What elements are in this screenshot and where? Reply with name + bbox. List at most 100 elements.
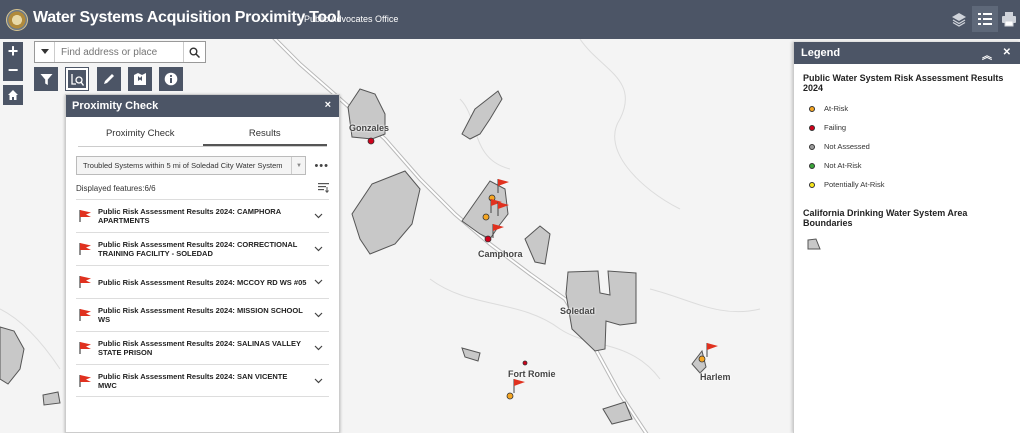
- legend-panel: Legend ︽ ✕ Public Water System Risk Asse…: [793, 42, 1020, 433]
- place-label-gonzales: Gonzales: [349, 123, 390, 133]
- legend-dot-icon: [809, 105, 815, 112]
- panel-header: Proximity Check ×: [66, 95, 339, 117]
- layers-icon: [952, 13, 966, 27]
- more-options-button[interactable]: •••: [314, 160, 329, 172]
- tab-proximity-check[interactable]: Proximity Check: [78, 123, 203, 146]
- tab-results[interactable]: Results: [202, 123, 327, 146]
- place-label-soledad: Soledad: [560, 306, 596, 316]
- chevron-down-icon[interactable]: [314, 246, 323, 252]
- legend-dot-icon: [809, 181, 815, 188]
- agency-logo: [6, 9, 28, 31]
- app-header: Water Systems Acquisition Proximity Tool…: [0, 0, 1020, 39]
- flag-icon: [79, 210, 91, 222]
- result-label: Public Risk Assessment Results 2024: SAN…: [98, 371, 288, 390]
- legend-item-label: Not Assessed: [824, 142, 870, 151]
- legend-close-button[interactable]: ✕: [1003, 47, 1011, 58]
- legend-item-label: Not At-Risk: [824, 161, 862, 170]
- chevron-down-icon[interactable]: [314, 378, 323, 384]
- panel-close-button[interactable]: ×: [325, 99, 331, 111]
- legend-header: Legend ︽ ✕: [794, 42, 1020, 64]
- legend-item-label: Failing: [824, 123, 847, 132]
- legend-boundary-swatch: [807, 237, 1020, 255]
- proximity-check-panel: Proximity Check × Proximity Check Result…: [65, 94, 340, 433]
- info-icon: [164, 72, 178, 86]
- search-source-dropdown[interactable]: [35, 42, 55, 62]
- result-item[interactable]: Public Risk Assessment Results 2024: SAN…: [76, 364, 329, 397]
- legend-title: Legend: [801, 47, 841, 59]
- legend-dot-icon: [809, 162, 815, 169]
- filter-tool-button[interactable]: [34, 67, 58, 91]
- flag-icon: [79, 243, 91, 255]
- legend-item: At-Risk: [809, 99, 1020, 118]
- chevron-down-icon[interactable]: [314, 312, 323, 318]
- legend-dot-icon: [809, 143, 815, 150]
- chevron-down-icon[interactable]: [314, 279, 323, 285]
- draw-pencil-icon: [104, 74, 114, 84]
- search-input[interactable]: [55, 43, 183, 61]
- home-icon: [8, 90, 18, 100]
- feature-count-row: Displayed features:6/6: [76, 183, 329, 193]
- filter-icon: [40, 73, 52, 85]
- place-label-camphora: Camphora: [478, 249, 523, 259]
- legend-item: Failing: [809, 118, 1020, 137]
- proximity-tool-button[interactable]: [65, 67, 89, 91]
- caret-down-icon: [40, 49, 49, 54]
- bookmark-tool-button[interactable]: [128, 67, 152, 91]
- place-label-fort-romie: Fort Romie: [508, 369, 556, 379]
- caret-down-icon: ▼: [291, 157, 305, 174]
- legend-dot-icon: [809, 124, 815, 131]
- search-icon: [189, 47, 200, 58]
- map-bookmark-icon: [134, 73, 146, 85]
- result-item[interactable]: Public Risk Assessment Results 2024: CAM…: [76, 199, 329, 232]
- legend-item: Potentially At-Risk: [809, 175, 1020, 194]
- legend-item: Not Assessed: [809, 137, 1020, 156]
- result-item[interactable]: Public Risk Assessment Results 2024: SAL…: [76, 331, 329, 364]
- polygon-swatch-icon: [807, 238, 821, 250]
- flag-icon: [79, 276, 91, 288]
- print-icon: [1002, 12, 1016, 27]
- result-item[interactable]: Public Risk Assessment Results 2024: MCC…: [76, 265, 329, 298]
- result-label: Public Risk Assessment Results 2024: MCC…: [98, 277, 307, 287]
- chevron-down-icon[interactable]: [314, 345, 323, 351]
- results-list: Public Risk Assessment Results 2024: CAM…: [76, 199, 329, 397]
- results-layer-select-value: Troubled Systems within 5 mi of Soledad …: [83, 161, 283, 170]
- about-tool-button[interactable]: [159, 67, 183, 91]
- panel-tabs: Proximity Check Results: [78, 123, 327, 147]
- layers-button[interactable]: [946, 6, 972, 32]
- zoom-in-button[interactable]: +: [3, 42, 23, 62]
- filter-row: Troubled Systems within 5 mi of Soledad …: [76, 156, 329, 175]
- draw-tool-button[interactable]: [97, 67, 121, 91]
- legend-item: Not At-Risk: [809, 156, 1020, 175]
- app-root: Gonzales Camphora Soledad Fort Romie Har…: [0, 0, 1020, 433]
- home-button[interactable]: [3, 85, 23, 105]
- print-button[interactable]: [998, 6, 1020, 32]
- flag-icon: [79, 374, 91, 387]
- app-title: Water Systems Acquisition Proximity Tool: [33, 9, 341, 26]
- result-label: Public Risk Assessment Results 2024: CAM…: [98, 207, 281, 225]
- legend-items: At-Risk Failing Not Assessed Not At-Risk Pot…: [794, 99, 1020, 194]
- panel-title: Proximity Check: [72, 100, 159, 112]
- search-button[interactable]: [183, 42, 205, 62]
- flag-icon: [79, 309, 91, 321]
- proximity-icon: [70, 73, 84, 86]
- results-layer-select[interactable]: Troubled Systems within 5 mi of Soledad …: [76, 156, 307, 175]
- collapse-icon[interactable]: ︽: [982, 47, 992, 62]
- sort-list-icon[interactable]: [318, 183, 329, 193]
- feature-count: Displayed features:6/6: [76, 183, 156, 193]
- result-label: Public Risk Assessment Results 2024: MIS…: [98, 306, 303, 324]
- search-widget: [34, 41, 206, 63]
- legend-button[interactable]: [972, 6, 998, 32]
- legend-group-risk-title: Public Water System Risk Assessment Resu…: [803, 73, 1004, 93]
- place-label-harlem: Harlem: [700, 372, 731, 382]
- legend-item-label: At-Risk: [824, 104, 849, 113]
- result-item[interactable]: Public Risk Assessment Results 2024: MIS…: [76, 298, 329, 331]
- legend-item-label: Potentially At-Risk: [824, 180, 885, 189]
- chevron-down-icon[interactable]: [314, 213, 323, 219]
- app-subtitle: Public Advocates Office: [304, 14, 399, 24]
- flag-icon: [79, 342, 91, 354]
- legend-list-icon: [978, 13, 992, 25]
- result-item[interactable]: Public Risk Assessment Results 2024: COR…: [76, 232, 329, 265]
- zoom-out-button[interactable]: −: [3, 61, 23, 81]
- result-label: Public Risk Assessment Results 2024: COR…: [98, 240, 298, 258]
- legend-group-boundaries-title: California Drinking Water System Area Bo…: [803, 208, 968, 228]
